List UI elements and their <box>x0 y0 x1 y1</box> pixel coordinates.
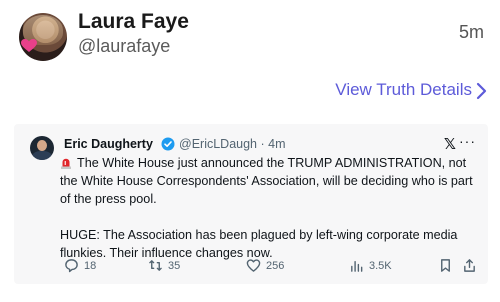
views-bar-icon <box>351 261 363 272</box>
embed-text: The White House just announced the TRUMP… <box>60 154 478 262</box>
repost-icon <box>149 260 162 271</box>
views-count: 3.5K <box>369 259 392 272</box>
like-action[interactable]: 256 <box>246 258 284 273</box>
bookmark-action[interactable] <box>438 258 453 273</box>
share-icon <box>464 259 475 272</box>
repost-action[interactable]: 35 <box>148 258 180 273</box>
embed-time: 4m <box>268 137 286 151</box>
embed-paragraph-2: HUGE: The Association has been plagued b… <box>60 228 458 260</box>
action-bar: 18 35 256 3.5K <box>64 258 478 276</box>
heart-outline-icon <box>246 259 261 272</box>
embedded-post[interactable]: Eric Daugherty @EricLDaugh · 4m 𝕏 ··· Th… <box>14 124 488 284</box>
embed-author-name[interactable]: Eric Daugherty <box>64 137 153 151</box>
view-truth-details-link[interactable]: View Truth Details <box>335 80 472 100</box>
reply-icon <box>65 259 78 273</box>
post-header: Laura Faye @laurafaye 5m <box>14 10 486 62</box>
embed-paragraph-1-text: The White House just announced the TRUMP… <box>60 156 473 206</box>
embed-author-avatar[interactable] <box>30 136 54 160</box>
bookmark-icon <box>441 259 450 272</box>
embed-meta: @EricLDaugh · 4m <box>179 137 286 151</box>
embed-paragraph-1: The White House just announced the TRUMP… <box>60 154 478 208</box>
views-action[interactable]: 3.5K <box>349 258 392 273</box>
share-action[interactable] <box>462 258 477 273</box>
chevron-right-icon[interactable] <box>474 82 488 100</box>
author-name[interactable]: Laura Faye <box>78 10 189 34</box>
reply-action[interactable]: 18 <box>64 258 96 273</box>
meta-separator: · <box>260 137 265 151</box>
more-options-icon[interactable]: ··· <box>459 133 476 149</box>
heart-icon <box>21 39 37 52</box>
avatar-suit <box>32 151 52 160</box>
siren-emoji-icon <box>61 158 71 169</box>
like-count: 256 <box>266 259 285 272</box>
author-avatar[interactable] <box>19 13 67 61</box>
post-time: 5m <box>458 22 484 42</box>
author-handle[interactable]: @laurafaye <box>78 36 170 57</box>
repost-count: 35 <box>168 259 181 272</box>
x-logo-icon[interactable]: 𝕏 <box>444 135 456 153</box>
avatar-face <box>37 140 47 151</box>
reply-count: 18 <box>84 259 97 272</box>
verified-badge-icon <box>161 137 175 151</box>
embed-author-handle[interactable]: @EricLDaugh <box>179 137 257 151</box>
